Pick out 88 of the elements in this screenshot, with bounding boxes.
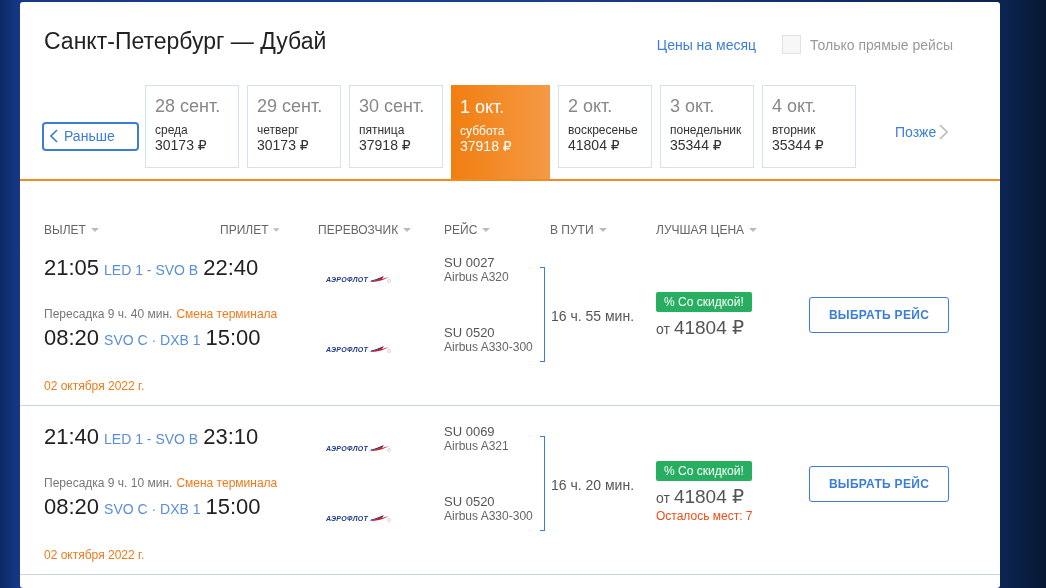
sort-caret-icon [749, 228, 758, 232]
flight-number: SU 0069 [444, 424, 496, 439]
date-label: 4 окт. [772, 96, 818, 117]
airport-route: SVO C · DXB 1 [104, 332, 201, 348]
departure-time: 21:05 [44, 255, 100, 281]
route-title: Санкт-Петербург — Дубай [44, 28, 327, 55]
aircraft-model: Airbus A330-300 [444, 340, 534, 354]
travel-duration: 16 ч. 20 мин. [550, 477, 636, 495]
sort-caret-icon [482, 228, 491, 232]
date-price: 30173 ₽ [257, 137, 310, 153]
sort-caret-icon [403, 228, 412, 232]
weekday-label: воскресенье [568, 123, 639, 137]
arrival-time: 15:00 [205, 325, 261, 351]
departure-time: 08:20 [44, 494, 100, 520]
date-price: 37918 ₽ [359, 137, 412, 153]
select-flight-button[interactable]: ВЫБРАТЬ РЕЙС [809, 466, 949, 502]
date-price: 35344 ₽ [772, 137, 825, 153]
wing-flag-icon [369, 275, 392, 283]
aircraft-model: Airbus A320 [444, 270, 510, 284]
terminal-change-note: Смена терминала [176, 307, 278, 321]
discount-badge: % Со скидкой! [656, 292, 752, 312]
date-label: 3 окт. [670, 96, 716, 117]
select-flight-button[interactable]: ВЫБРАТЬ РЕЙС [809, 297, 949, 333]
weekday-label: вторник [772, 123, 817, 137]
column-header[interactable]: ПРИЛЕТ [220, 223, 269, 237]
date-label: 1 окт. [460, 97, 506, 118]
airport-route: LED 1 - SVO B [104, 262, 199, 278]
transfer-time: Пересадка 9 ч. 40 мин. [44, 307, 173, 321]
price-prefix: от [656, 490, 670, 506]
sort-caret-icon [273, 228, 280, 232]
wing-flag-icon [369, 345, 392, 353]
aircraft-model: Airbus A321 [444, 439, 510, 453]
chevron-left-icon [50, 129, 58, 143]
date-tab[interactable]: 4 окт. вторник 35344 ₽ [762, 85, 856, 168]
column-header[interactable]: РЕЙС [444, 223, 478, 237]
date-price: 41804 ₽ [568, 137, 621, 153]
airport-route: SVO C · DXB 1 [104, 501, 201, 517]
earlier-button[interactable]: Раньше [42, 121, 139, 151]
date-price: 37918 ₽ [460, 138, 513, 154]
weekday-label: понедельник [670, 123, 743, 137]
sort-caret-icon [90, 228, 99, 232]
aircraft-model: Airbus A330-300 [444, 509, 534, 523]
transfer-time: Пересадка 9 ч. 10 мин. [44, 476, 173, 490]
sort-caret-icon [598, 228, 607, 232]
flight-number: SU 0520 [444, 325, 496, 340]
date-label: 2 окт. [568, 96, 614, 117]
date-label: 30 сент. [359, 96, 426, 117]
price-amount: 41804 ₽ [673, 485, 745, 508]
date-price: 30173 ₽ [155, 137, 208, 153]
date-tab[interactable]: 2 окт. воскресенье 41804 ₽ [558, 85, 652, 168]
weekday-label: четверг [257, 123, 300, 137]
column-header[interactable]: ВЫЛЕТ [44, 223, 86, 237]
airport-route: LED 1 - SVO B [104, 431, 199, 447]
seats-left-note: Осталось мест: 7 [656, 509, 753, 523]
date-label: 29 сент. [257, 96, 324, 117]
chevron-right-icon [939, 124, 949, 140]
arrival-date: 02 октября 2022 г. [44, 548, 146, 562]
date-label: 28 сент. [155, 96, 222, 117]
date-price: 35344 ₽ [670, 137, 723, 153]
checkbox-label: Только прямые рейсы [810, 36, 953, 53]
column-header[interactable]: В ПУТИ [550, 223, 594, 237]
later-link[interactable]: Позже [895, 124, 937, 140]
price-prefix: от [656, 321, 670, 337]
departure-time: 21:40 [44, 424, 100, 450]
travel-duration: 16 ч. 55 мин. [550, 308, 636, 326]
wing-flag-icon [369, 514, 392, 522]
month-prices-link[interactable]: Цены на месяц [656, 36, 757, 53]
price-amount: 41804 ₽ [673, 316, 745, 339]
date-tab[interactable]: 30 сент. пятница 37918 ₽ [349, 85, 443, 168]
arrival-time: 23:10 [203, 424, 259, 450]
terminal-change-note: Смена терминала [176, 476, 278, 490]
column-header[interactable]: ЛУЧШАЯ ЦЕНА [656, 223, 745, 237]
arrival-time: 15:00 [205, 494, 261, 520]
date-tab[interactable]: 29 сент. четверг 30173 ₽ [247, 85, 341, 168]
discount-badge: % Со скидкой! [656, 461, 752, 481]
date-tab[interactable]: 3 окт. понедельник 35344 ₽ [660, 85, 754, 168]
date-tab[interactable]: 28 сент. среда 30173 ₽ [145, 85, 239, 168]
weekday-label: пятница [359, 123, 406, 137]
arrival-time: 22:40 [203, 255, 259, 281]
wing-flag-icon [369, 444, 392, 452]
arrival-date: 02 октября 2022 г. [44, 379, 146, 393]
departure-time: 08:20 [44, 325, 100, 351]
flight-number: SU 0520 [444, 494, 496, 509]
checkbox[interactable] [782, 35, 802, 54]
weekday-label: среда [155, 123, 189, 137]
flight-number: SU 0027 [444, 255, 496, 270]
column-header[interactable]: ПЕРЕВОЗЧИК [318, 223, 399, 237]
weekday-label: суббота [460, 124, 506, 138]
